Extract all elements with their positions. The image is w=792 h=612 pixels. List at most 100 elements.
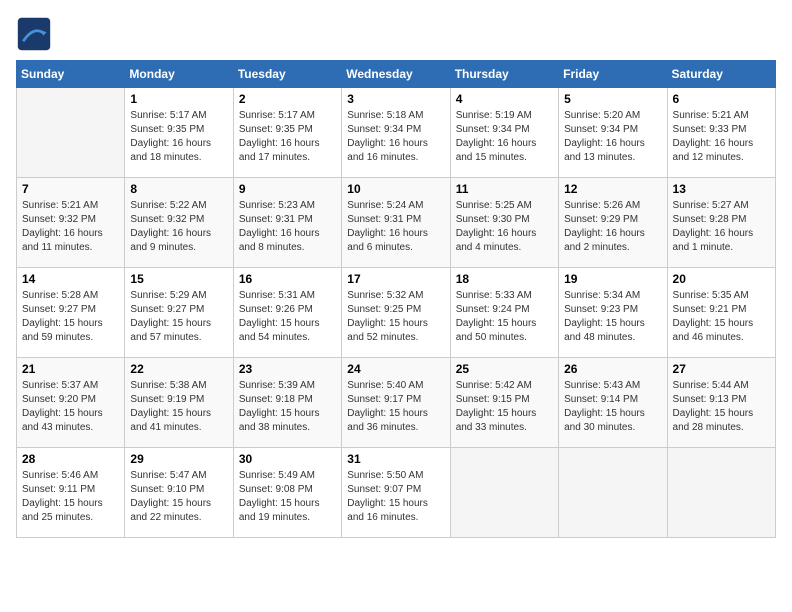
calendar-cell: 30 Sunrise: 5:49 AMSunset: 9:08 PMDayligh…	[233, 448, 341, 538]
cell-details: Sunrise: 5:17 AMSunset: 9:35 PMDaylight:…	[130, 109, 227, 165]
cell-details: Sunrise: 5:33 AMSunset: 9:24 PMDaylight:…	[456, 289, 553, 345]
weekday-header-row: SundayMondayTuesdayWednesdayThursdayFrid…	[17, 61, 776, 88]
calendar-cell: 7 Sunrise: 5:21 AMSunset: 9:32 PMDaylight…	[17, 178, 125, 268]
calendar-week-row: 1 Sunrise: 5:17 AMSunset: 9:35 PMDaylight…	[17, 88, 776, 178]
calendar-cell: 6 Sunrise: 5:21 AMSunset: 9:33 PMDaylight…	[667, 88, 775, 178]
day-number: 8	[130, 182, 227, 196]
cell-details: Sunrise: 5:47 AMSunset: 9:10 PMDaylight:…	[130, 469, 227, 525]
day-number: 2	[239, 92, 336, 106]
cell-details: Sunrise: 5:21 AMSunset: 9:32 PMDaylight:…	[22, 199, 119, 255]
cell-details: Sunrise: 5:37 AMSunset: 9:20 PMDaylight:…	[22, 379, 119, 435]
day-number: 1	[130, 92, 227, 106]
cell-details: Sunrise: 5:43 AMSunset: 9:14 PMDaylight:…	[564, 379, 661, 435]
cell-details: Sunrise: 5:27 AMSunset: 9:28 PMDaylight:…	[673, 199, 770, 255]
day-number: 21	[22, 362, 119, 376]
weekday-header-sunday: Sunday	[17, 61, 125, 88]
calendar-cell: 1 Sunrise: 5:17 AMSunset: 9:35 PMDaylight…	[125, 88, 233, 178]
cell-details: Sunrise: 5:31 AMSunset: 9:26 PMDaylight:…	[239, 289, 336, 345]
calendar-cell: 29 Sunrise: 5:47 AMSunset: 9:10 PMDayligh…	[125, 448, 233, 538]
weekday-header-monday: Monday	[125, 61, 233, 88]
day-number: 30	[239, 452, 336, 466]
day-number: 26	[564, 362, 661, 376]
calendar-week-row: 21 Sunrise: 5:37 AMSunset: 9:20 PMDayligh…	[17, 358, 776, 448]
calendar-cell: 23 Sunrise: 5:39 AMSunset: 9:18 PMDayligh…	[233, 358, 341, 448]
calendar-cell: 14Sunrise: 5:28 AMSunset: 9:27 PMDayligh…	[17, 268, 125, 358]
day-number: 20	[673, 272, 770, 286]
cell-details: Sunrise: 5:35 AMSunset: 9:21 PMDaylight:…	[673, 289, 770, 345]
cell-details: Sunrise: 5:44 AMSunset: 9:13 PMDaylight:…	[673, 379, 770, 435]
cell-details: Sunrise: 5:29 AMSunset: 9:27 PMDaylight:…	[130, 289, 227, 345]
calendar-cell: 15Sunrise: 5:29 AMSunset: 9:27 PMDayligh…	[125, 268, 233, 358]
day-number: 24	[347, 362, 444, 376]
cell-details: Sunrise: 5:40 AMSunset: 9:17 PMDaylight:…	[347, 379, 444, 435]
calendar-cell: 11 Sunrise: 5:25 AMSunset: 9:30 PMDayligh…	[450, 178, 558, 268]
cell-details: Sunrise: 5:39 AMSunset: 9:18 PMDaylight:…	[239, 379, 336, 435]
cell-details: Sunrise: 5:28 AMSunset: 9:27 PMDaylight:…	[22, 289, 119, 345]
calendar-cell	[450, 448, 558, 538]
calendar-cell	[667, 448, 775, 538]
cell-details: Sunrise: 5:46 AMSunset: 9:11 PMDaylight:…	[22, 469, 119, 525]
calendar-cell: 19 Sunrise: 5:34 AMSunset: 9:23 PMDayligh…	[559, 268, 667, 358]
day-number: 19	[564, 272, 661, 286]
day-number: 6	[673, 92, 770, 106]
calendar-week-row: 28 Sunrise: 5:46 AMSunset: 9:11 PMDayligh…	[17, 448, 776, 538]
calendar-cell: 16 Sunrise: 5:31 AMSunset: 9:26 PMDayligh…	[233, 268, 341, 358]
cell-details: Sunrise: 5:17 AMSunset: 9:35 PMDaylight:…	[239, 109, 336, 165]
calendar-cell: 24 Sunrise: 5:40 AMSunset: 9:17 PMDayligh…	[342, 358, 450, 448]
calendar-cell	[559, 448, 667, 538]
weekday-header-tuesday: Tuesday	[233, 61, 341, 88]
calendar-cell: 4Sunrise: 5:19 AMSunset: 9:34 PMDaylight…	[450, 88, 558, 178]
day-number: 16	[239, 272, 336, 286]
calendar-cell: 10Sunrise: 5:24 AMSunset: 9:31 PMDayligh…	[342, 178, 450, 268]
day-number: 11	[456, 182, 553, 196]
day-number: 18	[456, 272, 553, 286]
calendar-cell: 20 Sunrise: 5:35 AMSunset: 9:21 PMDayligh…	[667, 268, 775, 358]
cell-details: Sunrise: 5:21 AMSunset: 9:33 PMDaylight:…	[673, 109, 770, 165]
calendar-cell: 22Sunrise: 5:38 AMSunset: 9:19 PMDayligh…	[125, 358, 233, 448]
cell-details: Sunrise: 5:25 AMSunset: 9:30 PMDaylight:…	[456, 199, 553, 255]
cell-details: Sunrise: 5:20 AMSunset: 9:34 PMDaylight:…	[564, 109, 661, 165]
cell-details: Sunrise: 5:22 AMSunset: 9:32 PMDaylight:…	[130, 199, 227, 255]
logo-icon	[16, 16, 52, 52]
cell-details: Sunrise: 5:19 AMSunset: 9:34 PMDaylight:…	[456, 109, 553, 165]
weekday-header-saturday: Saturday	[667, 61, 775, 88]
calendar-cell: 21 Sunrise: 5:37 AMSunset: 9:20 PMDayligh…	[17, 358, 125, 448]
day-number: 27	[673, 362, 770, 376]
day-number: 29	[130, 452, 227, 466]
calendar-cell: 17Sunrise: 5:32 AMSunset: 9:25 PMDayligh…	[342, 268, 450, 358]
weekday-header-friday: Friday	[559, 61, 667, 88]
day-number: 28	[22, 452, 119, 466]
weekday-header-wednesday: Wednesday	[342, 61, 450, 88]
calendar-cell: 5 Sunrise: 5:20 AMSunset: 9:34 PMDaylight…	[559, 88, 667, 178]
day-number: 31	[347, 452, 444, 466]
day-number: 12	[564, 182, 661, 196]
day-number: 5	[564, 92, 661, 106]
cell-details: Sunrise: 5:34 AMSunset: 9:23 PMDaylight:…	[564, 289, 661, 345]
calendar-cell: 28 Sunrise: 5:46 AMSunset: 9:11 PMDayligh…	[17, 448, 125, 538]
calendar-cell: 26 Sunrise: 5:43 AMSunset: 9:14 PMDayligh…	[559, 358, 667, 448]
calendar-cell	[17, 88, 125, 178]
calendar-cell: 8 Sunrise: 5:22 AMSunset: 9:32 PMDaylight…	[125, 178, 233, 268]
calendar-cell: 2 Sunrise: 5:17 AMSunset: 9:35 PMDaylight…	[233, 88, 341, 178]
calendar-cell: 13 Sunrise: 5:27 AMSunset: 9:28 PMDayligh…	[667, 178, 775, 268]
day-number: 3	[347, 92, 444, 106]
calendar-cell: 25Sunrise: 5:42 AMSunset: 9:15 PMDayligh…	[450, 358, 558, 448]
day-number: 13	[673, 182, 770, 196]
day-number: 17	[347, 272, 444, 286]
day-number: 9	[239, 182, 336, 196]
cell-details: Sunrise: 5:38 AMSunset: 9:19 PMDaylight:…	[130, 379, 227, 435]
day-number: 10	[347, 182, 444, 196]
logo	[16, 16, 56, 52]
calendar-cell: 12 Sunrise: 5:26 AMSunset: 9:29 PMDayligh…	[559, 178, 667, 268]
calendar-table: SundayMondayTuesdayWednesdayThursdayFrid…	[16, 60, 776, 538]
day-number: 7	[22, 182, 119, 196]
calendar-week-row: 7 Sunrise: 5:21 AMSunset: 9:32 PMDaylight…	[17, 178, 776, 268]
day-number: 25	[456, 362, 553, 376]
cell-details: Sunrise: 5:18 AMSunset: 9:34 PMDaylight:…	[347, 109, 444, 165]
day-number: 23	[239, 362, 336, 376]
calendar-cell: 3 Sunrise: 5:18 AMSunset: 9:34 PMDaylight…	[342, 88, 450, 178]
calendar-cell: 18 Sunrise: 5:33 AMSunset: 9:24 PMDayligh…	[450, 268, 558, 358]
weekday-header-thursday: Thursday	[450, 61, 558, 88]
cell-details: Sunrise: 5:49 AMSunset: 9:08 PMDaylight:…	[239, 469, 336, 525]
cell-details: Sunrise: 5:26 AMSunset: 9:29 PMDaylight:…	[564, 199, 661, 255]
